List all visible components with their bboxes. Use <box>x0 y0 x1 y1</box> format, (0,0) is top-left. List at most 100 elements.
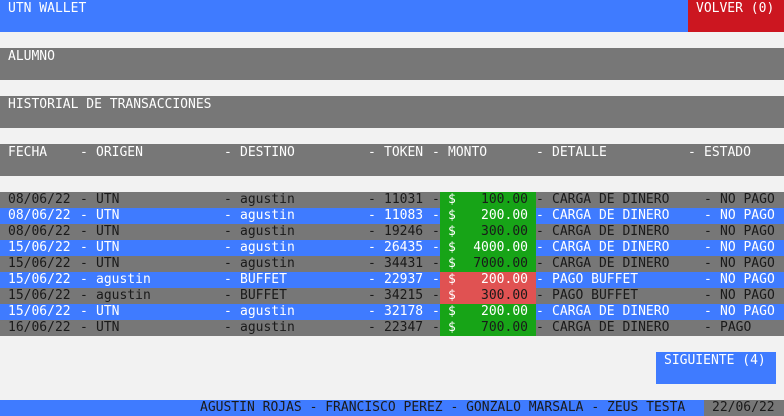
cell-detalle: CARGA DE DINERO <box>552 304 670 319</box>
cell-monto: 300.00 <box>481 224 528 239</box>
cell-separator: - <box>536 320 544 335</box>
cell-estado: NO PAGO <box>720 304 775 319</box>
column-separator: - <box>688 145 704 160</box>
cell-separator: - <box>536 208 544 223</box>
cell-separator: - <box>536 304 544 319</box>
cell-separator: - <box>704 208 712 223</box>
cell-separator: - <box>80 224 88 239</box>
amount-cell: $300.00 <box>440 224 536 240</box>
column-estado: ESTADO <box>704 145 751 160</box>
cell-fecha: 08/06/22 <box>8 192 71 207</box>
cell-monto: 100.00 <box>481 192 528 207</box>
cell-detalle: CARGA DE DINERO <box>552 320 670 335</box>
cell-separator: - <box>368 208 376 223</box>
back-button[interactable]: VOLVER (0) <box>688 0 784 32</box>
cell-detalle: CARGA DE DINERO <box>552 240 670 255</box>
cell-fecha: 08/06/22 <box>8 208 71 223</box>
footer-date: 22/06/22 <box>712 400 775 415</box>
amount-cell: $4000.00 <box>440 240 536 256</box>
cell-separator: - <box>224 208 232 223</box>
cell-token: 19246 <box>384 224 424 239</box>
cell-origen: UTN <box>96 208 120 223</box>
cell-separator: - <box>536 224 544 239</box>
column-origen: ORIGEN <box>96 145 143 160</box>
table-row: 15/06/22- agustin - BUFFET -22937- - PAGO BUFF… <box>0 272 784 288</box>
footer-date-bar: 22/06/22 <box>704 400 784 416</box>
cell-destino: agustin <box>240 256 295 271</box>
next-button[interactable]: SIGUIENTE (4) <box>656 352 776 384</box>
cell-token: 32178 <box>384 304 424 319</box>
cell-estado: NO PAGO <box>720 224 775 239</box>
table-row: 08/06/22- UTN - agustin -11031- - CARGA DE DIN… <box>0 192 784 208</box>
cell-separator: - <box>704 256 712 271</box>
cell-separator: - <box>704 304 712 319</box>
cell-separator: - <box>80 192 88 207</box>
cell-origen: agustin <box>96 272 151 287</box>
cell-fecha: 15/06/22 <box>8 288 71 303</box>
cell-destino: agustin <box>240 224 295 239</box>
cell-separator: - <box>432 256 440 271</box>
cell-origen: UTN <box>96 240 120 255</box>
cell-destino: agustin <box>240 240 295 255</box>
cell-separator: - <box>80 304 88 319</box>
cell-detalle: CARGA DE DINERO <box>552 256 670 271</box>
cell-origen: UTN <box>96 224 120 239</box>
column-separator: - <box>80 145 96 160</box>
cell-monto: 200.00 <box>481 272 528 287</box>
cell-separator: - <box>368 224 376 239</box>
cell-separator: - <box>432 240 440 255</box>
back-button-label: VOLVER (0) <box>696 1 775 16</box>
cell-separator: - <box>224 256 232 271</box>
cell-fecha: 15/06/22 <box>8 272 71 287</box>
cell-monto: 200.00 <box>481 304 528 319</box>
section-header: HISTORIAL DE TRANSACCIONES <box>0 96 784 128</box>
currency-symbol: $ <box>448 224 456 239</box>
cell-fecha: 15/06/22 <box>8 256 71 271</box>
column-detalle: DETALLE <box>552 145 607 160</box>
column-separator: - <box>432 145 448 160</box>
cell-estado: NO PAGO <box>720 272 775 287</box>
cell-separator: - <box>704 192 712 207</box>
cell-monto: 300.00 <box>481 288 528 303</box>
cell-separator: - <box>432 224 440 239</box>
amount-cell: $300.00 <box>440 288 536 304</box>
cell-separator: - <box>224 288 232 303</box>
cell-separator: - <box>432 192 440 207</box>
currency-symbol: $ <box>448 288 456 303</box>
table-row: 15/06/22- agustin - BUFFET -34215- - PAGO BUFF… <box>0 288 784 304</box>
cell-separator: - <box>536 288 544 303</box>
user-bar: ALUMNO <box>0 48 784 80</box>
cell-fecha: 15/06/22 <box>8 240 71 255</box>
cell-origen: UTN <box>96 320 120 335</box>
cell-fecha: 08/06/22 <box>8 224 71 239</box>
cell-separator: - <box>224 224 232 239</box>
cell-destino: agustin <box>240 304 295 319</box>
cell-destino: agustin <box>240 208 295 223</box>
cell-separator: - <box>432 288 440 303</box>
table-row: 15/06/22- UTN - agustin -26435- - CARGA DE DIN… <box>0 240 784 256</box>
user-label: ALUMNO <box>8 49 55 64</box>
cell-token: 11083 <box>384 208 424 223</box>
cell-destino: BUFFET <box>240 288 287 303</box>
cell-separator: - <box>80 320 88 335</box>
cell-separator: - <box>536 256 544 271</box>
cell-separator: - <box>224 240 232 255</box>
next-button-label: SIGUIENTE (4) <box>664 353 766 368</box>
cell-separator: - <box>704 288 712 303</box>
table-row: 15/06/22- UTN - agustin -34431- - CARGA DE DIN… <box>0 256 784 272</box>
cell-separator: - <box>224 192 232 207</box>
cell-separator: - <box>80 240 88 255</box>
cell-detalle: PAGO BUFFET <box>552 288 639 303</box>
cell-detalle: PAGO BUFFET <box>552 272 639 287</box>
cell-origen: UTN <box>96 304 120 319</box>
cell-separator: - <box>224 304 232 319</box>
cell-estado: NO PAGO <box>720 192 775 207</box>
cell-separator: - <box>224 320 232 335</box>
currency-symbol: $ <box>448 320 456 335</box>
footer-authors: AGUSTIN ROJAS - FRANCISCO PEREZ - GONZAL… <box>200 400 686 415</box>
cell-monto: 7000.00 <box>473 256 528 271</box>
amount-cell: $7000.00 <box>440 256 536 272</box>
cell-separator: - <box>80 208 88 223</box>
cell-destino: agustin <box>240 192 295 207</box>
cell-monto: 4000.00 <box>473 240 528 255</box>
